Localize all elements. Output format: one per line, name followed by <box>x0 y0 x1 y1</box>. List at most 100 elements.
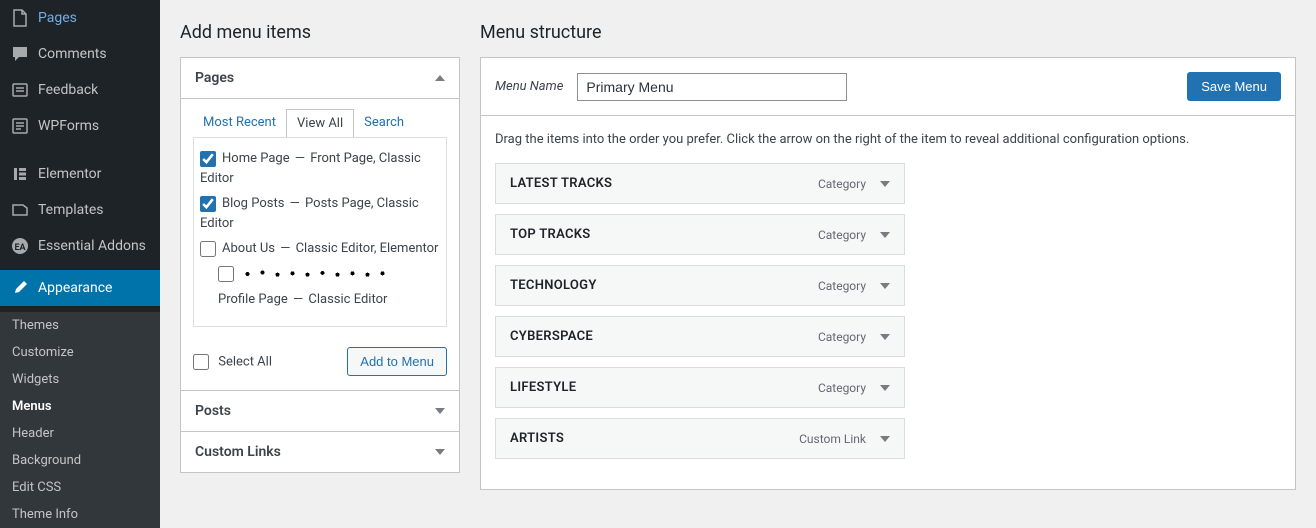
page-label[interactable]: Blog Posts — Posts Page, Classic Editor <box>200 196 419 231</box>
wpforms-icon <box>10 116 30 136</box>
menu-item-expand-icon[interactable] <box>880 385 890 391</box>
tab-view-all[interactable]: View All <box>286 109 354 138</box>
sidebar-item-label: Essential Addons <box>38 238 146 254</box>
menu-item-expand-icon[interactable] <box>880 232 890 238</box>
page-checkbox[interactable] <box>218 266 234 282</box>
caret-up-icon <box>435 75 445 81</box>
select-all-text: Select All <box>218 354 272 369</box>
page-label[interactable]: About Us — Classic Editor, Elementor <box>222 241 438 256</box>
ea-icon: EA <box>10 236 30 256</box>
pages-list[interactable]: Home Page — Front Page, Classic Editor Bl… <box>194 138 446 326</box>
pages-list-wrap: Home Page — Front Page, Classic Editor Bl… <box>193 137 447 327</box>
sidebar-item-pages[interactable]: Pages <box>0 0 160 36</box>
sidebar-item-wpforms[interactable]: WPForms <box>0 108 160 144</box>
sidebar-sub-theme-info[interactable]: Theme Info <box>0 501 160 528</box>
page-list-item: Blog Posts — Posts Page, Classic Editor <box>200 191 440 236</box>
sidebar-sub-header[interactable]: Header <box>0 420 160 447</box>
menu-item-type: Category <box>818 177 866 191</box>
menu-item-type: Category <box>818 279 866 293</box>
menu-item[interactable]: TECHNOLOGY Category <box>495 265 905 306</box>
pages-accordion-toggle[interactable]: Pages <box>181 58 459 99</box>
caret-down-icon <box>435 408 445 414</box>
menu-item[interactable]: LATEST TRACKS Category <box>495 163 905 204</box>
menu-item-title: LIFESTYLE <box>510 380 576 395</box>
custom-links-accordion-title: Custom Links <box>195 444 281 460</box>
posts-accordion-toggle[interactable]: Posts <box>181 390 459 431</box>
comment-icon <box>10 44 30 64</box>
page-icon <box>10 8 30 28</box>
sidebar-item-label: WPForms <box>38 118 99 134</box>
page-list-item: About Us — Classic Editor, Elementor <box>200 236 440 262</box>
menu-structure-heading: Menu structure <box>480 22 1296 43</box>
sidebar-item-templates[interactable]: Templates <box>0 192 160 228</box>
admin-sidebar: Pages Comments Feedback WPForms Elemento… <box>0 0 160 502</box>
sidebar-item-label: Comments <box>38 46 107 62</box>
page-list-item: Profile Page — Classic Editor <box>200 287 440 313</box>
menu-item[interactable]: CYBERSPACE Category <box>495 316 905 357</box>
menu-item-title: TECHNOLOGY <box>510 278 597 293</box>
sidebar-sub-widgets[interactable]: Widgets <box>0 366 160 393</box>
pages-accordion-title: Pages <box>195 70 234 86</box>
select-all-checkbox[interactable] <box>193 354 209 370</box>
sidebar-item-comments[interactable]: Comments <box>0 36 160 72</box>
menu-item-expand-icon[interactable] <box>880 334 890 340</box>
page-checkbox[interactable] <box>200 196 216 212</box>
sidebar-sub-menus[interactable]: Menus <box>0 393 160 420</box>
select-all-label[interactable]: Select All <box>193 354 272 370</box>
menu-settings-box: Menu Name Save Menu Drag the items into … <box>480 57 1296 490</box>
save-menu-button[interactable]: Save Menu <box>1187 72 1281 101</box>
add-to-menu-button[interactable]: Add to Menu <box>347 347 447 376</box>
sidebar-sub-edit-css[interactable]: Edit CSS <box>0 474 160 501</box>
menu-item-title: TOP TRACKS <box>510 227 591 242</box>
templates-icon <box>10 200 30 220</box>
elementor-icon <box>10 164 30 184</box>
menu-item-title: LATEST TRACKS <box>510 176 612 191</box>
page-checkbox[interactable] <box>200 151 216 167</box>
sidebar-item-feedback[interactable]: Feedback <box>0 72 160 108</box>
page-list-item: Home Page — Front Page, Classic Editor <box>200 146 440 191</box>
menu-item-type: Category <box>818 330 866 344</box>
sidebar-sub-background[interactable]: Background <box>0 447 160 474</box>
posts-accordion-title: Posts <box>195 403 231 419</box>
menu-item-type: Category <box>818 228 866 242</box>
redacted-text <box>240 267 390 281</box>
caret-down-icon <box>435 449 445 455</box>
tab-search[interactable]: Search <box>354 109 414 137</box>
main-content: Add menu items Pages Most RecentView All… <box>160 0 1316 502</box>
sidebar-item-essential-addons[interactable]: EA Essential Addons <box>0 228 160 264</box>
add-items-heading: Add menu items <box>180 22 460 43</box>
menu-structure-column: Menu structure Menu Name Save Menu Drag … <box>480 0 1296 490</box>
menu-name-input[interactable] <box>577 73 847 101</box>
page-list-item <box>200 262 440 288</box>
menu-item-title: ARTISTS <box>510 431 564 446</box>
menu-item[interactable]: TOP TRACKS Category <box>495 214 905 255</box>
sidebar-item-appearance[interactable]: Appearance <box>0 270 160 306</box>
menu-item-expand-icon[interactable] <box>880 436 890 442</box>
menu-item[interactable]: LIFESTYLE Category <box>495 367 905 408</box>
sidebar-sub-customize[interactable]: Customize <box>0 339 160 366</box>
sidebar-item-label: Elementor <box>38 166 101 182</box>
brush-icon <box>10 278 30 298</box>
sidebar-sub-themes[interactable]: Themes <box>0 312 160 339</box>
menu-instructions: Drag the items into the order you prefer… <box>481 116 1295 163</box>
page-checkbox[interactable] <box>200 241 216 257</box>
pages-accordion: Pages Most RecentView AllSearch Home Pag… <box>180 57 460 473</box>
tab-most-recent[interactable]: Most Recent <box>193 109 286 137</box>
page-label[interactable]: Home Page — Front Page, Classic Editor <box>200 151 421 186</box>
sidebar-item-elementor[interactable]: Elementor <box>0 156 160 192</box>
svg-text:EA: EA <box>14 243 26 253</box>
menu-item-type: Category <box>818 381 866 395</box>
add-menu-items-column: Add menu items Pages Most RecentView All… <box>180 0 460 490</box>
feedback-icon <box>10 80 30 100</box>
menu-item-expand-icon[interactable] <box>880 283 890 289</box>
menu-item[interactable]: ARTISTS Custom Link <box>495 418 905 459</box>
menu-item-expand-icon[interactable] <box>880 181 890 187</box>
sidebar-item-label: Templates <box>38 202 104 218</box>
sidebar-item-label: Appearance <box>38 280 112 296</box>
menu-item-title: CYBERSPACE <box>510 329 593 344</box>
pages-tabs: Most RecentView AllSearch <box>181 99 459 137</box>
custom-links-accordion-toggle[interactable]: Custom Links <box>181 431 459 472</box>
sidebar-item-label: Pages <box>38 10 77 26</box>
page-label[interactable]: Profile Page — Classic Editor <box>218 292 387 307</box>
menu-name-label: Menu Name <box>495 79 563 94</box>
